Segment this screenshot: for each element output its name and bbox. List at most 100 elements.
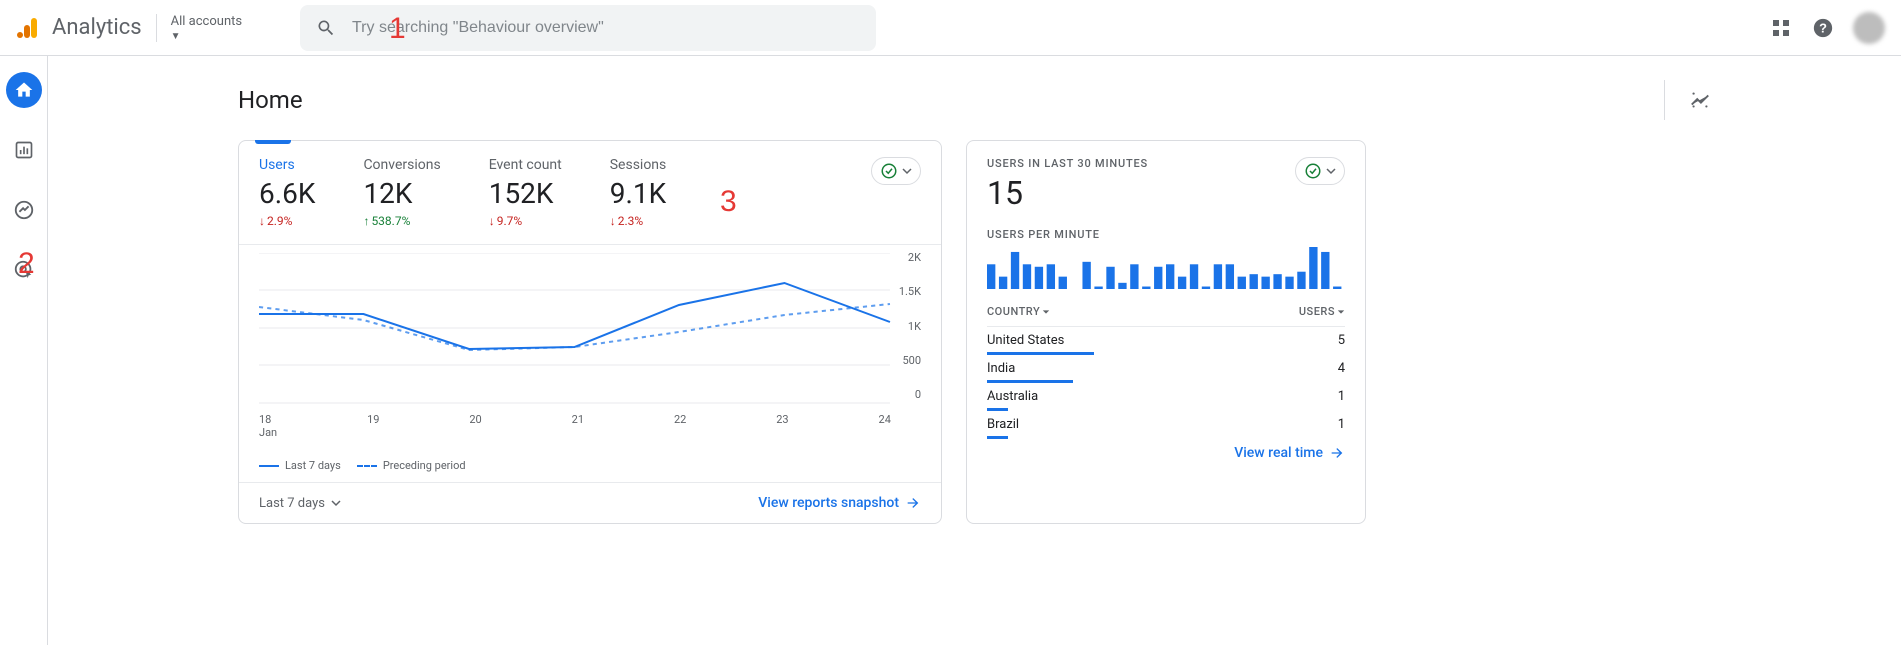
metric-label: Conversions bbox=[363, 157, 440, 173]
header-divider bbox=[156, 14, 157, 42]
svg-text:?: ? bbox=[1819, 20, 1827, 35]
apps-icon[interactable] bbox=[1769, 16, 1793, 40]
caret-down-icon bbox=[1042, 308, 1050, 316]
logo-group: Analytics bbox=[16, 15, 142, 40]
caret-down-icon bbox=[1337, 308, 1345, 316]
search-bar[interactable] bbox=[300, 5, 876, 51]
annotation-3: 3 bbox=[720, 185, 737, 219]
search-icon bbox=[316, 18, 336, 38]
date-range-picker[interactable]: Last 7 days bbox=[259, 496, 341, 511]
product-name: Analytics bbox=[52, 15, 142, 40]
insights-button[interactable] bbox=[1664, 80, 1711, 120]
metric-label: Users bbox=[259, 157, 315, 173]
caret-down-icon bbox=[1326, 166, 1336, 176]
table-row: India4 bbox=[987, 355, 1345, 383]
cards-row: Users 6.6K ↓2.9% Conversions 12K ↑538.7%… bbox=[238, 140, 1711, 524]
status-chip[interactable] bbox=[871, 157, 921, 185]
search-input[interactable] bbox=[352, 19, 860, 37]
metric-delta: ↓2.9% bbox=[259, 214, 315, 228]
realtime-header: USERS IN LAST 30 MINUTES 15 bbox=[967, 141, 1365, 216]
view-realtime-link[interactable]: View real time bbox=[1234, 445, 1345, 461]
explore-icon bbox=[13, 199, 35, 221]
annotation-1: 1 bbox=[389, 12, 406, 46]
check-circle-icon bbox=[1304, 162, 1322, 180]
status-chip[interactable] bbox=[1295, 157, 1345, 185]
avatar[interactable] bbox=[1853, 12, 1885, 44]
arrow-down-icon: ↓ bbox=[489, 214, 495, 228]
arrow-right-icon bbox=[1329, 445, 1345, 461]
realtime-card: USERS IN LAST 30 MINUTES 15 USERS PER MI… bbox=[966, 140, 1366, 524]
header-actions: ? bbox=[1769, 12, 1885, 44]
nav-reports[interactable] bbox=[6, 132, 42, 168]
y-axis-labels: 2K1.5K1K5000 bbox=[899, 251, 921, 401]
home-icon bbox=[14, 80, 34, 100]
insights-icon bbox=[1689, 89, 1711, 111]
table-row: Australia1 bbox=[987, 383, 1345, 411]
metric-value: 9.1K bbox=[610, 177, 667, 210]
legend-current: Last 7 days bbox=[259, 459, 341, 472]
users-per-minute-label: USERS PER MINUTE bbox=[967, 216, 1365, 247]
metric-delta: ↓9.7% bbox=[489, 214, 562, 228]
arrow-down-icon: ↓ bbox=[259, 214, 265, 228]
realtime-value: 15 bbox=[987, 174, 1345, 212]
metric-label: Sessions bbox=[610, 157, 667, 173]
users-cell: 1 bbox=[1338, 389, 1345, 404]
analytics-logo-icon bbox=[16, 16, 40, 40]
arrow-up-icon: ↑ bbox=[363, 214, 369, 228]
overview-card: Users 6.6K ↓2.9% Conversions 12K ↑538.7%… bbox=[238, 140, 942, 524]
caret-down-icon: ▼ bbox=[171, 31, 242, 42]
check-circle-icon bbox=[880, 162, 898, 180]
metric-value: 6.6K bbox=[259, 177, 315, 210]
body: Home Users 6.6K ↓2.9% Conversion bbox=[0, 56, 1901, 645]
realtime-table: COUNTRY USERS United States5India4Austra… bbox=[967, 289, 1365, 439]
view-reports-snapshot-link[interactable]: View reports snapshot bbox=[758, 495, 921, 511]
arrow-right-icon bbox=[905, 495, 921, 511]
metric-tab-sessions[interactable]: Sessions 9.1K ↓2.3% bbox=[610, 141, 667, 244]
nav-home[interactable] bbox=[6, 72, 42, 108]
sparkline-svg bbox=[987, 247, 1345, 289]
account-picker[interactable]: All accounts ▼ bbox=[171, 14, 242, 42]
table-row: United States5 bbox=[987, 327, 1345, 355]
caret-down-icon bbox=[331, 498, 341, 508]
metric-tab-events[interactable]: Event count 152K ↓9.7% bbox=[489, 141, 562, 244]
metric-tab-conversions[interactable]: Conversions 12K ↑538.7% bbox=[363, 141, 440, 244]
country-cell: India bbox=[987, 361, 1338, 376]
users-cell: 5 bbox=[1338, 333, 1345, 348]
side-nav bbox=[0, 56, 48, 645]
metric-delta: ↓2.3% bbox=[610, 214, 667, 228]
sparkline-chart bbox=[967, 247, 1365, 289]
page-title: Home bbox=[238, 86, 1664, 114]
users-cell: 1 bbox=[1338, 417, 1345, 432]
table-header: COUNTRY USERS bbox=[987, 297, 1345, 327]
card-footer: View real time bbox=[967, 439, 1365, 473]
content: Home Users 6.6K ↓2.9% Conversion bbox=[48, 56, 1901, 645]
country-cell: Brazil bbox=[987, 417, 1338, 432]
page-header: Home bbox=[238, 80, 1711, 120]
nav-explore[interactable] bbox=[6, 192, 42, 228]
table-row: Brazil1 bbox=[987, 411, 1345, 439]
metric-value: 12K bbox=[363, 177, 440, 210]
metric-delta: ↑538.7% bbox=[363, 214, 440, 228]
metric-tab-users[interactable]: Users 6.6K ↓2.9% bbox=[259, 141, 315, 244]
users-cell: 4 bbox=[1338, 361, 1345, 376]
account-label: All accounts bbox=[171, 14, 242, 29]
app-header: Analytics All accounts ▼ ? bbox=[0, 0, 1901, 56]
legend-preceding: Preceding period bbox=[357, 459, 466, 472]
country-cell: United States bbox=[987, 333, 1338, 348]
metric-tabs: Users 6.6K ↓2.9% Conversions 12K ↑538.7%… bbox=[239, 141, 941, 245]
chart-legend: Last 7 days Preceding period bbox=[239, 445, 941, 482]
arrow-down-icon: ↓ bbox=[610, 214, 616, 228]
col-country[interactable]: COUNTRY bbox=[987, 305, 1299, 318]
line-chart: 2K1.5K1K5000 18Jan192021222324 bbox=[239, 245, 941, 445]
col-users[interactable]: USERS bbox=[1299, 305, 1345, 318]
metric-label: Event count bbox=[489, 157, 562, 173]
country-cell: Australia bbox=[987, 389, 1338, 404]
line-chart-svg bbox=[259, 253, 921, 413]
metric-value: 152K bbox=[489, 177, 562, 210]
x-axis-labels: 18Jan192021222324 bbox=[259, 413, 921, 439]
caret-down-icon bbox=[902, 166, 912, 176]
card-footer: Last 7 days View reports snapshot bbox=[239, 482, 941, 523]
help-icon[interactable]: ? bbox=[1811, 16, 1835, 40]
annotation-2: 2 bbox=[18, 247, 35, 281]
realtime-label: USERS IN LAST 30 MINUTES bbox=[987, 157, 1345, 170]
